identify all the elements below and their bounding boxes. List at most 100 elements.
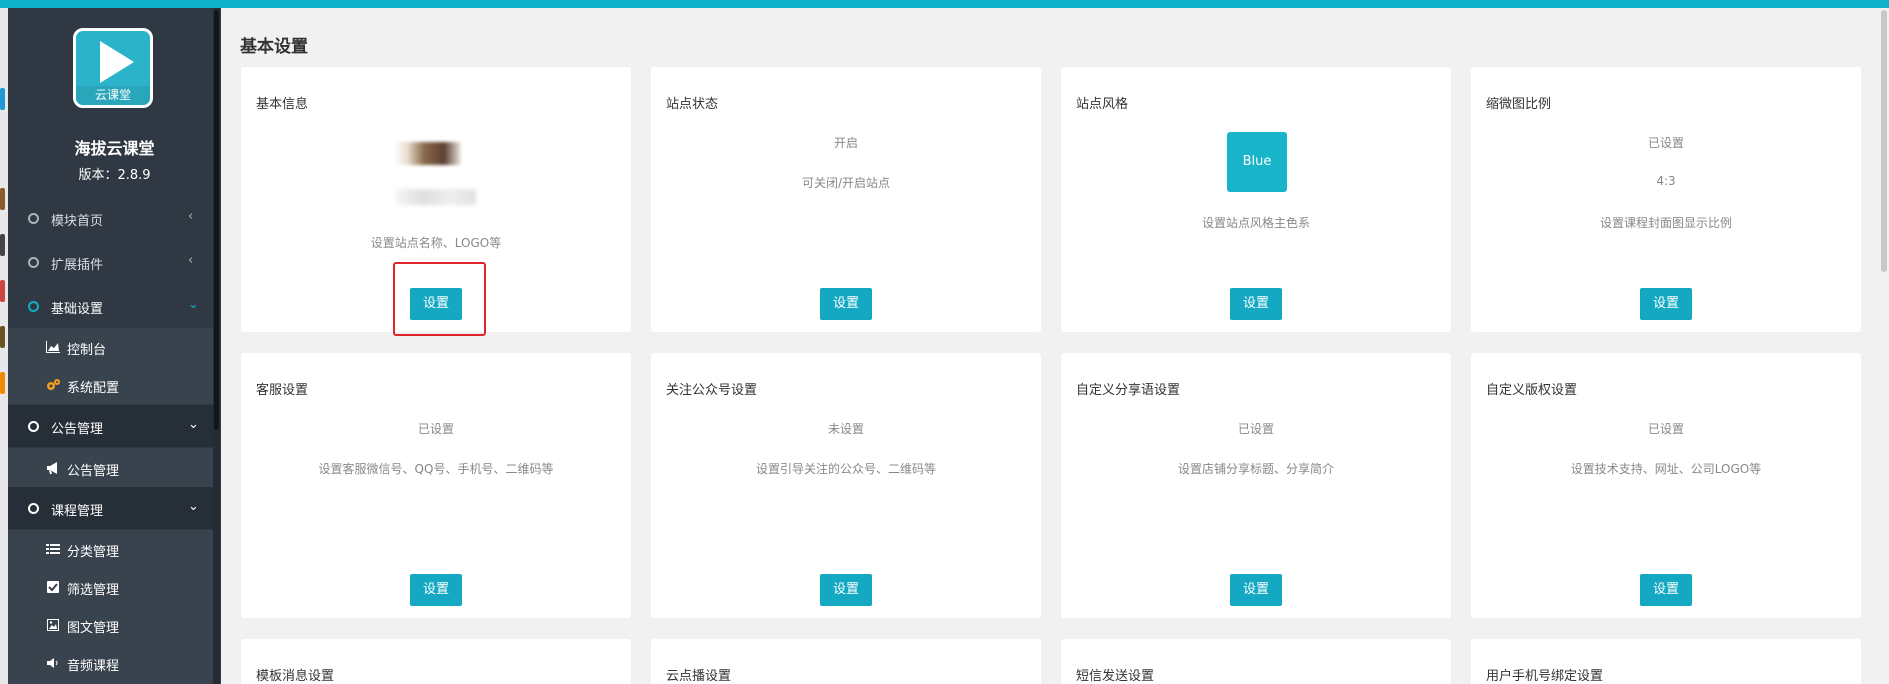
brand-version: 版本：2.8.9: [78, 168, 151, 183]
card-custom-copyright: 自定义版权设置 已设置 设置技术支持、网址、公司LOGO等 设置: [1471, 353, 1861, 618]
red-highlight-box: [393, 262, 486, 336]
play-icon: [100, 41, 134, 83]
sidebar-item-filter[interactable]: 筛选管理: [8, 569, 213, 605]
card-title: 客服设置: [256, 383, 309, 398]
card-desc: 设置客服微信号、QQ号、手机号、二维码等: [318, 462, 554, 476]
card-thumb-ratio: 缩微图比例 已设置 4:3 设置课程封面图显示比例 设置: [1471, 67, 1861, 332]
sidebar: 云课堂 海拔云课堂 版本：2.8.9 模块首页 ‹ 扩展插件 ‹ 基础设置 ⌄ …: [8, 8, 221, 684]
card-desc: 设置店铺分享标题、分享简介: [1177, 462, 1334, 476]
card-status: 已设置: [1647, 136, 1684, 150]
circle-icon: [28, 257, 39, 268]
volume-icon: [47, 658, 58, 668]
sidebar-item-basic-settings[interactable]: 基础设置 ⌄: [8, 285, 213, 327]
sidebar-item-label: 控制台: [67, 343, 107, 358]
card-desc: 设置技术支持、网址、公司LOGO等: [1570, 462, 1762, 476]
card-desc: 可关闭/开启站点: [801, 176, 891, 190]
sidebar-item-label: 系统配置: [67, 381, 120, 396]
site-name-preview: [396, 189, 476, 205]
chevron-down-icon: ⌄: [188, 297, 199, 312]
chevron-down-icon: ⌄: [188, 499, 199, 514]
brand-area: 云课堂 海拔云课堂 版本：2.8.9: [8, 8, 221, 196]
card-desc: 设置站点风格主色系: [1201, 216, 1310, 230]
card-site-status: 站点状态 开启 可关闭/开启站点 设置: [651, 67, 1041, 332]
top-accent-bar: [0, 0, 1889, 8]
card-status: 已设置: [1647, 422, 1684, 436]
sidebar-item-label: 基础设置: [51, 302, 104, 317]
sidebar-item-notice-group[interactable]: 公告管理 ⌄: [8, 405, 213, 447]
chevron-left-icon: ‹: [188, 209, 194, 224]
circle-icon: [28, 421, 39, 432]
area-chart-icon: [46, 341, 60, 353]
card-title: 自定义版权设置: [1486, 383, 1578, 398]
left-edge-strip: [0, 8, 8, 684]
card-status: 已设置: [417, 422, 454, 436]
card-custom-share: 自定义分享语设置 已设置 设置店铺分享标题、分享简介 设置: [1061, 353, 1451, 618]
style-color-swatch: Blue: [1227, 132, 1287, 192]
gears-icon: [47, 379, 60, 390]
sidebar-scrollbar-thumb[interactable]: [214, 10, 219, 430]
sidebar-item-notice-manage[interactable]: 公告管理: [8, 450, 213, 486]
card-title: 基本信息: [256, 97, 309, 112]
card-title: 站点风格: [1076, 97, 1129, 112]
sidebar-item-label: 公告管理: [67, 464, 120, 479]
card-vod: 云点播设置: [651, 639, 1041, 684]
image-icon: [47, 619, 59, 631]
card-phone-bind: 用户手机号绑定设置: [1471, 639, 1861, 684]
card-status: 未设置: [827, 422, 864, 436]
circle-icon: [28, 213, 39, 224]
sidebar-item-audio[interactable]: 音频课程: [8, 645, 213, 681]
card-sms: 短信发送设置: [1061, 639, 1451, 684]
app-logo: 云课堂: [73, 28, 153, 108]
page-title: 基本设置: [240, 37, 308, 57]
card-title: 短信发送设置: [1076, 669, 1155, 684]
checkbox-icon: [47, 581, 59, 593]
sidebar-item-dashboard[interactable]: 控制台: [8, 329, 213, 365]
customer-service-settings-button[interactable]: 设置: [410, 574, 462, 606]
sidebar-item-extensions[interactable]: 扩展插件 ‹: [8, 241, 213, 283]
sidebar-item-label: 分类管理: [67, 545, 120, 560]
card-site-style: 站点风格 Blue 设置站点风格主色系 设置: [1061, 67, 1451, 332]
sidebar-item-label: 模块首页: [51, 214, 104, 229]
sidebar-item-label: 图文管理: [67, 621, 120, 636]
card-desc: 设置课程封面图显示比例: [1599, 216, 1732, 230]
card-title: 模板消息设置: [256, 669, 335, 684]
sidebar-item-label: 公告管理: [51, 422, 104, 437]
chevron-down-icon: ⌄: [188, 417, 199, 432]
card-title: 云点播设置: [666, 669, 732, 684]
site-logo-preview: [394, 142, 461, 165]
follow-official-settings-button[interactable]: 设置: [820, 574, 872, 606]
card-title: 自定义分享语设置: [1076, 383, 1181, 398]
card-follow-official: 关注公众号设置 未设置 设置引导关注的公众号、二维码等 设置: [651, 353, 1041, 618]
circle-icon: [28, 301, 39, 312]
custom-share-settings-button[interactable]: 设置: [1230, 574, 1282, 606]
sidebar-item-system-config[interactable]: 系统配置: [8, 367, 213, 403]
sidebar-item-label: 扩展插件: [51, 258, 104, 273]
bullhorn-icon: [47, 462, 57, 474]
card-ratio-value: 4:3: [1656, 174, 1676, 188]
chevron-left-icon: ‹: [188, 253, 194, 268]
logo-caption: 云课堂: [76, 86, 150, 105]
custom-copyright-settings-button[interactable]: 设置: [1640, 574, 1692, 606]
card-status: 已设置: [1237, 422, 1274, 436]
sidebar-item-category[interactable]: 分类管理: [8, 531, 213, 567]
card-status: 开启: [833, 136, 858, 150]
sidebar-item-course-group[interactable]: 课程管理 ⌄: [8, 487, 213, 529]
circle-icon: [28, 503, 39, 514]
card-title: 用户手机号绑定设置: [1486, 669, 1604, 684]
card-title: 缩微图比例: [1486, 97, 1552, 112]
card-customer-service: 客服设置 已设置 设置客服微信号、QQ号、手机号、二维码等 设置: [241, 353, 631, 618]
page-scrollbar-thumb[interactable]: [1881, 10, 1887, 272]
sidebar-item-label: 课程管理: [51, 504, 104, 519]
card-title: 关注公众号设置: [666, 383, 758, 398]
sidebar-item-article[interactable]: 图文管理: [8, 607, 213, 643]
site-style-settings-button[interactable]: 设置: [1230, 288, 1282, 320]
card-desc: 设置站点名称、LOGO等: [370, 236, 502, 250]
card-desc: 设置引导关注的公众号、二维码等: [755, 462, 936, 476]
site-status-settings-button[interactable]: 设置: [820, 288, 872, 320]
thumb-ratio-settings-button[interactable]: 设置: [1640, 288, 1692, 320]
card-template-msg: 模板消息设置: [241, 639, 631, 684]
card-title: 站点状态: [666, 97, 719, 112]
brand-name: 海拔云课堂: [74, 139, 155, 158]
sidebar-item-label: 音频课程: [67, 659, 120, 674]
sidebar-item-modules-home[interactable]: 模块首页 ‹: [8, 197, 213, 239]
